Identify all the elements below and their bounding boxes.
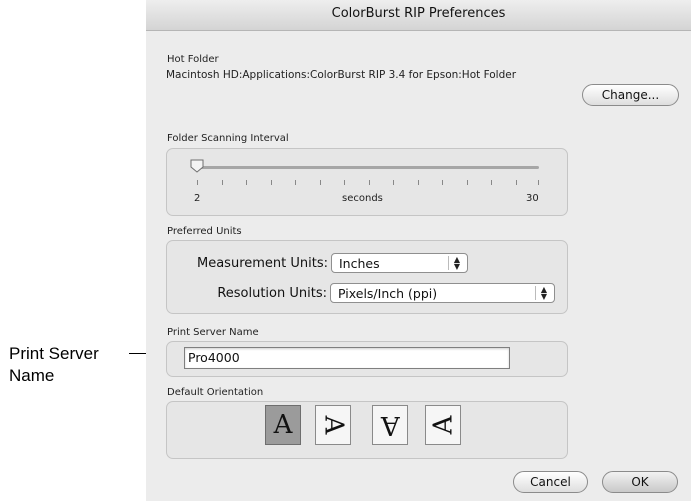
slider-tick bbox=[538, 180, 539, 185]
measurement-units-value: Inches bbox=[339, 256, 380, 271]
slider-tick bbox=[197, 180, 198, 185]
print-server-name-label: Print Server Name bbox=[167, 327, 259, 338]
slider-tick bbox=[369, 180, 370, 185]
dialog-title: ColorBurst RIP Preferences bbox=[331, 6, 506, 21]
slider-tick bbox=[320, 180, 321, 185]
orientation-portrait-glyph: A bbox=[273, 410, 293, 440]
slider-tick bbox=[393, 180, 394, 185]
resolution-units-label: Resolution Units: bbox=[217, 286, 327, 301]
popup-arrows-icon: ▲ ▼ bbox=[535, 286, 552, 301]
scanning-interval-slider-track[interactable] bbox=[194, 166, 539, 169]
print-server-name-field[interactable]: Pro4000 bbox=[184, 347, 510, 369]
scanning-interval-label: Folder Scanning Interval bbox=[167, 133, 289, 144]
measurement-units-popup[interactable]: Inches ▲ ▼ bbox=[331, 253, 468, 273]
change-button[interactable]: Change... bbox=[582, 84, 679, 106]
slider-tick bbox=[295, 180, 296, 185]
slider-tick bbox=[271, 180, 272, 185]
title-bar[interactable]: ColorBurst RIP Preferences bbox=[146, 0, 691, 31]
print-server-name-callout: Print Server Name bbox=[9, 343, 99, 387]
resolution-units-popup[interactable]: Pixels/Inch (ppi) ▲ ▼ bbox=[330, 283, 555, 303]
orientation-landscape-button[interactable]: A bbox=[315, 405, 351, 445]
preferred-units-label: Preferred Units bbox=[167, 226, 242, 237]
orientation-portrait-button[interactable]: A bbox=[265, 405, 301, 445]
slider-tick bbox=[222, 180, 223, 185]
slider-min-label: 2 bbox=[194, 193, 201, 204]
cancel-button[interactable]: Cancel bbox=[513, 471, 588, 493]
default-orientation-label: Default Orientation bbox=[167, 387, 264, 398]
slider-tick bbox=[246, 180, 247, 185]
orientation-landscape-glyph: A bbox=[318, 415, 348, 435]
preferences-dialog: ColorBurst RIP Preferences Hot Folder Ma… bbox=[146, 0, 691, 501]
hot-folder-path: Macintosh HD:Applications:ColorBurst RIP… bbox=[166, 69, 517, 81]
orientation-reverse-landscape-button[interactable]: A bbox=[425, 405, 461, 445]
orientation-upside-down-button[interactable]: A bbox=[372, 405, 408, 445]
slider-tick bbox=[491, 180, 492, 185]
slider-max-label: 30 bbox=[526, 193, 539, 204]
ok-button[interactable]: OK bbox=[602, 471, 678, 493]
slider-tick bbox=[516, 180, 517, 185]
orientation-group bbox=[166, 401, 568, 459]
popup-arrows-icon: ▲ ▼ bbox=[448, 256, 465, 271]
slider-tick bbox=[442, 180, 443, 185]
hot-folder-label: Hot Folder bbox=[167, 54, 219, 65]
scanning-interval-group bbox=[166, 148, 568, 216]
orientation-upside-down-glyph: A bbox=[380, 410, 400, 440]
orientation-reverse-landscape-glyph: A bbox=[428, 415, 458, 435]
slider-thumb[interactable] bbox=[190, 159, 204, 173]
callout-line1: Print Server bbox=[9, 344, 99, 363]
callout-line2: Name bbox=[9, 366, 55, 385]
resolution-units-value: Pixels/Inch (ppi) bbox=[338, 286, 438, 301]
slider-unit-label: seconds bbox=[342, 193, 383, 204]
measurement-units-label: Measurement Units: bbox=[197, 256, 328, 271]
slider-tick bbox=[344, 180, 345, 185]
slider-tick bbox=[418, 180, 419, 185]
slider-tick bbox=[467, 180, 468, 185]
